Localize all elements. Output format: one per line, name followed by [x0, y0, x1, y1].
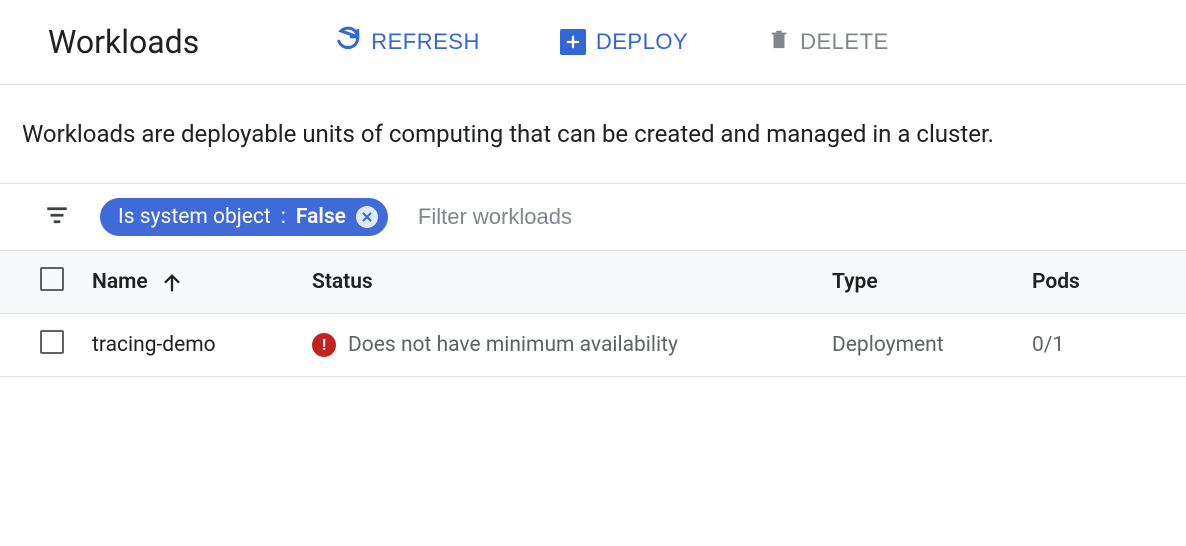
- page-description: Workloads are deployable units of comput…: [0, 85, 1186, 184]
- refresh-label: REFRESH: [371, 29, 480, 55]
- filter-icon[interactable]: [44, 202, 70, 232]
- arrow-up-icon: [161, 272, 183, 294]
- filter-chip-value: False: [296, 205, 346, 229]
- deploy-button[interactable]: DEPLOY: [544, 21, 704, 63]
- workloads-table: Name Status Type Pods tracing-demo ! Doe…: [0, 250, 1186, 377]
- workload-pods: 0/1: [1020, 314, 1186, 377]
- plus-icon: [560, 29, 586, 55]
- workload-name[interactable]: tracing-demo: [80, 314, 300, 377]
- column-header-type[interactable]: Type: [820, 251, 1020, 314]
- error-icon: !: [312, 333, 336, 357]
- filter-input[interactable]: [418, 204, 718, 230]
- filter-chip[interactable]: Is system object : False: [100, 198, 388, 236]
- workload-type: Deployment: [820, 314, 1020, 377]
- column-header-name[interactable]: Name: [80, 251, 300, 314]
- column-header-pods[interactable]: Pods: [1020, 251, 1186, 314]
- filter-chip-key: Is system object: [118, 205, 271, 229]
- delete-label: DELETE: [800, 29, 889, 55]
- row-checkbox[interactable]: [40, 330, 64, 354]
- refresh-icon: [335, 26, 361, 58]
- deploy-label: DEPLOY: [596, 29, 688, 55]
- refresh-button[interactable]: REFRESH: [319, 18, 496, 66]
- select-all-checkbox[interactable]: [40, 267, 64, 291]
- status-text: Does not have minimum availability: [348, 333, 678, 357]
- delete-button[interactable]: DELETE: [752, 18, 905, 66]
- page-title: Workloads: [48, 23, 199, 61]
- trash-icon: [768, 26, 790, 58]
- table-row[interactable]: tracing-demo ! Does not have minimum ava…: [0, 314, 1186, 377]
- column-header-status[interactable]: Status: [300, 251, 820, 314]
- close-icon[interactable]: [356, 206, 378, 228]
